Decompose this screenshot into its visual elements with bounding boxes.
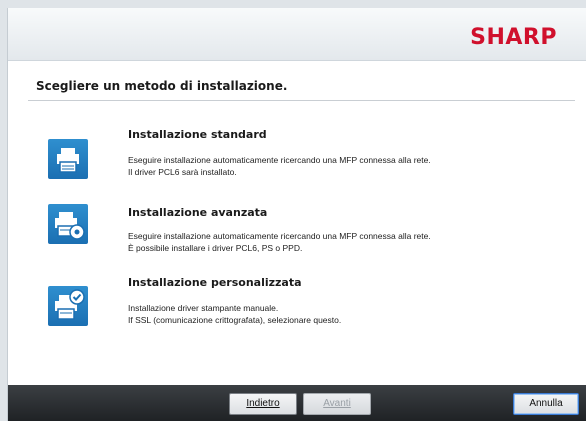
option-custom-install[interactable]: Installazione personalizzata Installazio… xyxy=(8,266,586,336)
option-desc-line1: Eseguire installazione automaticamente r… xyxy=(128,155,431,165)
installer-window: SHARP Scegliere un metodo di installazio… xyxy=(7,8,586,421)
option-title: Installazione avanzata xyxy=(128,206,268,219)
divider xyxy=(28,100,575,101)
sharp-logo: SHARP xyxy=(470,25,557,50)
cancel-button-label: Annulla xyxy=(529,398,563,409)
option-desc-line1: Installazione driver stampante manuale. xyxy=(128,303,279,313)
option-desc-line2: Il driver PCL6 sarà installato. xyxy=(128,167,237,177)
option-title: Installazione personalizzata xyxy=(128,276,302,289)
option-standard-install[interactable]: Installazione standard Eseguire installa… xyxy=(8,118,586,188)
printer-gear-icon[interactable] xyxy=(48,204,88,244)
option-advanced-install[interactable]: Installazione avanzata Eseguire installa… xyxy=(8,194,586,264)
printer-check-icon[interactable] xyxy=(48,286,88,326)
option-desc-line2: È possibile installare i driver PCL6, PS… xyxy=(128,243,303,253)
cancel-button[interactable]: Annulla xyxy=(513,393,579,415)
next-button-label: Avanti xyxy=(323,398,351,409)
option-title: Installazione standard xyxy=(128,128,267,141)
page-title: Scegliere un metodo di installazione. xyxy=(36,79,288,93)
next-button[interactable]: Avanti xyxy=(303,393,371,415)
back-button-label: Indietro xyxy=(246,398,280,409)
footer-bar: Indietro Avanti Annulla xyxy=(8,385,586,421)
option-desc-line1: Eseguire installazione automaticamente r… xyxy=(128,231,431,241)
back-button[interactable]: Indietro xyxy=(229,393,297,415)
option-desc-line2: If SSL (comunicazione crittografata), se… xyxy=(128,315,342,325)
header-bar: SHARP xyxy=(8,8,586,61)
printer-icon[interactable] xyxy=(48,139,88,179)
